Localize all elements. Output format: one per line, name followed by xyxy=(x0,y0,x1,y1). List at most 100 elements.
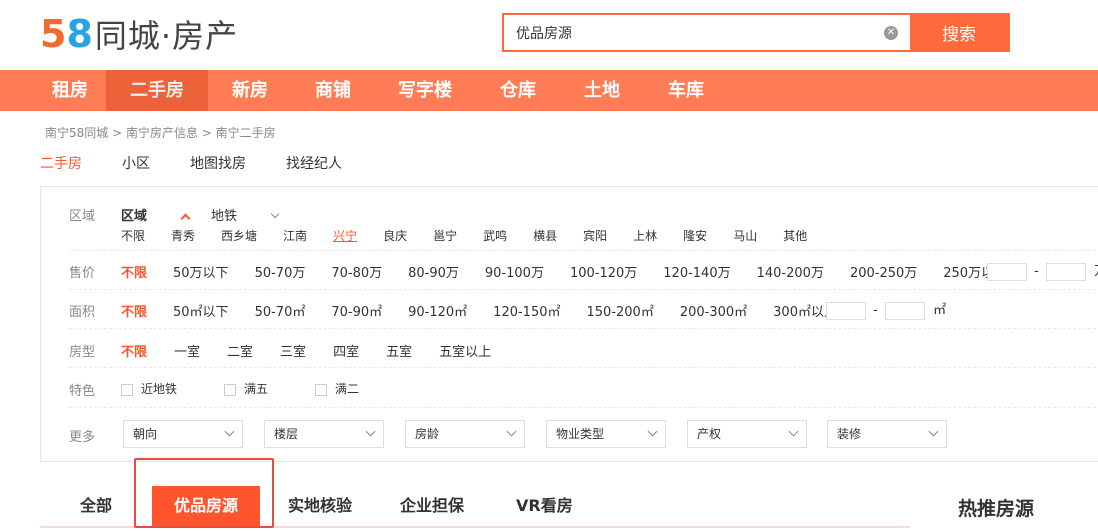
age-select[interactable]: 房龄 xyxy=(405,420,525,448)
area-option[interactable]: 宾阳 xyxy=(583,227,607,244)
search-input[interactable] xyxy=(504,15,884,50)
divider xyxy=(69,328,1098,329)
area-tabs: 区域 地铁 xyxy=(121,205,305,224)
checkbox-icon xyxy=(315,383,328,396)
size-option[interactable]: 150-200㎡ xyxy=(587,301,654,320)
price-option[interactable]: 100-120万 xyxy=(570,262,637,281)
nav-item-office[interactable]: 写字楼 xyxy=(374,70,476,111)
subtab-second-hand[interactable]: 二手房 xyxy=(40,153,82,173)
price-min-input[interactable] xyxy=(987,262,1027,281)
area-option[interactable]: 马山 xyxy=(733,227,757,244)
room-option[interactable]: 二室 xyxy=(227,341,253,360)
room-option-selected[interactable]: 不限 xyxy=(121,341,147,360)
price-option[interactable]: 70-80万 xyxy=(331,262,382,281)
clear-icon[interactable]: ✕ xyxy=(884,26,898,40)
price-option[interactable]: 90-100万 xyxy=(485,262,544,281)
tab-verified[interactable]: 实地核验 xyxy=(288,486,352,526)
chevron-down-icon xyxy=(365,426,376,437)
size-min-input[interactable] xyxy=(826,301,866,320)
subtab-map[interactable]: 地图找房 xyxy=(190,153,246,173)
feature-checkbox-two-years[interactable]: 满二 xyxy=(315,380,386,397)
area-option[interactable]: 青秀 xyxy=(171,227,195,244)
price-option[interactable]: 50万以下 xyxy=(173,262,229,281)
size-range-dash: - xyxy=(873,303,878,318)
price-option[interactable]: 120-140万 xyxy=(663,262,730,281)
divider xyxy=(69,367,1098,368)
area-option[interactable]: 不限 xyxy=(121,227,145,244)
ownership-select[interactable]: 产权 xyxy=(687,420,807,448)
search-button[interactable]: 搜索 xyxy=(910,15,1008,50)
area-option[interactable]: 良庆 xyxy=(383,227,407,244)
room-options: 不限 一室 二室 三室 四室 五室 五室以上 xyxy=(121,341,518,360)
size-option[interactable]: 200-300㎡ xyxy=(680,301,747,320)
size-option[interactable]: 120-150㎡ xyxy=(493,301,560,320)
property-type-select[interactable]: 物业类型 xyxy=(546,420,666,448)
feature-checkbox-five-years[interactable]: 满五 xyxy=(224,380,295,397)
area-option[interactable]: 西乡塘 xyxy=(221,227,257,244)
size-option[interactable]: 70-90㎡ xyxy=(331,301,382,320)
feature-options: 近地铁 满五 满二 xyxy=(121,380,406,397)
price-range-dash: - xyxy=(1034,264,1039,279)
tab-guaranteed[interactable]: 企业担保 xyxy=(400,486,464,526)
room-option[interactable]: 五室 xyxy=(386,341,412,360)
subtab-agent[interactable]: 找经纪人 xyxy=(286,153,342,173)
area-option[interactable]: 邕宁 xyxy=(433,227,457,244)
decoration-select[interactable]: 装修 xyxy=(827,420,947,448)
size-option[interactable]: 90-120㎡ xyxy=(408,301,467,320)
price-option[interactable]: 80-90万 xyxy=(408,262,459,281)
filter-label-rooms: 房型 xyxy=(69,345,96,360)
orientation-select[interactable]: 朝向 xyxy=(123,420,243,448)
area-option-selected[interactable]: 兴宁 xyxy=(333,227,357,244)
size-option[interactable]: 50㎡以下 xyxy=(173,301,229,320)
tab-district[interactable]: 区域 xyxy=(121,205,191,224)
hot-listings-title: 热推房源 xyxy=(958,498,1035,520)
nav-item-rent[interactable]: 租房 xyxy=(0,70,106,111)
logo-digit-8: 8 xyxy=(66,12,93,56)
filter-label-price: 售价 xyxy=(69,266,96,281)
floor-select[interactable]: 楼层 xyxy=(264,420,384,448)
size-options: 不限 50㎡以下 50-70㎡ 70-90㎡ 90-120㎡ 120-150㎡ … xyxy=(121,301,863,320)
area-option[interactable]: 江南 xyxy=(283,227,307,244)
area-options: 不限 青秀 西乡塘 江南 兴宁 良庆 邕宁 武鸣 横县 宾阳 上林 隆安 马山 … xyxy=(121,227,833,244)
size-option-selected[interactable]: 不限 xyxy=(121,301,147,320)
nav-item-shops[interactable]: 商铺 xyxy=(292,70,374,111)
nav-item-land[interactable]: 土地 xyxy=(560,70,644,111)
price-option[interactable]: 50-70万 xyxy=(255,262,306,281)
area-option[interactable]: 隆安 xyxy=(683,227,707,244)
filter-label-more: 更多 xyxy=(69,430,96,445)
price-range: - 万 xyxy=(987,260,1098,281)
room-option[interactable]: 三室 xyxy=(280,341,306,360)
breadcrumb[interactable]: 南宁58同城 > 南宁房产信息 > 南宁二手房 xyxy=(45,124,276,141)
price-option[interactable]: 140-200万 xyxy=(757,262,824,281)
room-option[interactable]: 一室 xyxy=(174,341,200,360)
tab-all[interactable]: 全部 xyxy=(80,486,112,526)
price-option[interactable]: 200-250万 xyxy=(850,262,917,281)
feature-checkbox-subway[interactable]: 近地铁 xyxy=(121,380,204,397)
tab-subway[interactable]: 地铁 xyxy=(211,205,280,224)
chevron-down-icon xyxy=(928,426,939,437)
nav-item-garage[interactable]: 车库 xyxy=(644,70,728,111)
subtab-community[interactable]: 小区 xyxy=(122,153,150,173)
tab-vr[interactable]: VR看房 xyxy=(516,486,573,526)
main-nav: 租房 二手房 新房 商铺 写字楼 仓库 土地 车库 xyxy=(0,70,1098,111)
area-option[interactable]: 其他 xyxy=(783,227,807,244)
area-option[interactable]: 上林 xyxy=(633,227,657,244)
nav-item-second-hand[interactable]: 二手房 xyxy=(106,70,208,111)
room-option[interactable]: 五室以上 xyxy=(439,341,491,360)
chevron-down-icon xyxy=(224,426,235,437)
area-option[interactable]: 横县 xyxy=(533,227,557,244)
sub-tabs: 二手房 小区 地图找房 找经纪人 xyxy=(40,153,382,173)
size-max-input[interactable] xyxy=(884,301,925,320)
area-option[interactable]: 武鸣 xyxy=(483,227,507,244)
site-logo[interactable]: 5 8 同城·房产 xyxy=(40,12,239,56)
room-option[interactable]: 四室 xyxy=(333,341,359,360)
highlight-box xyxy=(134,458,274,528)
nav-item-warehouse[interactable]: 仓库 xyxy=(476,70,560,111)
price-option-selected[interactable]: 不限 xyxy=(121,262,147,281)
filter-label-size: 面积 xyxy=(69,305,96,320)
nav-item-new[interactable]: 新房 xyxy=(208,70,292,111)
price-max-input[interactable] xyxy=(1045,262,1086,281)
logo-text: 同城·房产 xyxy=(94,17,239,55)
size-option[interactable]: 50-70㎡ xyxy=(255,301,306,320)
search-bar: ✕ 搜索 xyxy=(502,13,1010,52)
